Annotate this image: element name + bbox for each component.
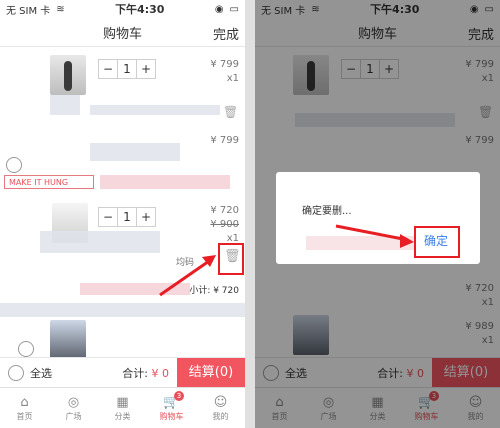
page-title: 购物车 (102, 26, 142, 42)
home-icon: ⌂ (20, 394, 29, 410)
left-screen: 无 SIM 卡 ≋ 下午4:30 ◉ ▭ 购物车 完成 − 1 + ¥ 799 x1… (0, 0, 245, 428)
nav-bar: 购物车 完成 (0, 18, 245, 47)
status-time: 下午4:30 (115, 3, 165, 16)
select-all-checkbox[interactable] (8, 365, 24, 381)
battery-icon: ▭ (229, 3, 239, 15)
person-icon: ☺ (213, 394, 228, 410)
confirm-dialog: 确定要删... 确定 (276, 172, 480, 264)
tab-square[interactable]: ◎ 广场 (49, 388, 98, 428)
right-screen: 无 SIM 卡 ≋ 下午4:30 ◉ ▭ 购物车 完成 − 1 + ¥ 799 x1… (255, 0, 500, 428)
tab-home[interactable]: ⌂ 首页 (0, 388, 49, 428)
total-amount: 合计: ¥ 0 (122, 365, 169, 381)
tab-me[interactable]: ☺ 我的 (196, 388, 245, 428)
cart-list: − 1 + ¥ 799 x1 🗑 ¥ 799 MAKE IT HUNG − 1 … (0, 47, 245, 360)
compass-icon: ◎ (67, 394, 80, 410)
annotation-arrow (159, 255, 216, 297)
done-button[interactable]: 完成 (213, 24, 239, 43)
tab-label: 首页 (16, 411, 33, 421)
grid-icon: ▦ (116, 394, 129, 410)
select-all-label[interactable]: 全选 (30, 365, 52, 381)
annotation-arrow (335, 224, 414, 248)
status-bar: 无 SIM 卡 ≋ 下午4:30 ◉ ▭ (0, 0, 245, 18)
tab-label: 我的 (212, 411, 229, 421)
cart-badge: 3 (174, 391, 184, 401)
lock-icon: ◉ (214, 3, 224, 15)
screen-divider (245, 0, 255, 428)
screenshot-pair: 无 SIM 卡 ≋ 下午4:30 ◉ ▭ 购物车 完成 − 1 + ¥ 799 x1… (0, 0, 500, 428)
total-label: 合计: (122, 367, 152, 380)
wifi-icon: ≋ (56, 3, 65, 15)
carrier-label: 无 SIM 卡 (6, 5, 51, 17)
tab-cart[interactable]: 🛒 3 购物车 (147, 388, 196, 428)
tab-bar: ⌂ 首页 ◎ 广场 ▦ 分类 🛒 3 购物车 ☺ 我的 (0, 387, 245, 428)
tab-label: 分类 (114, 411, 131, 421)
tab-label: 购物车 (159, 411, 184, 421)
total-value: ¥ 0 (151, 367, 170, 380)
checkout-bar: 全选 合计: ¥ 0 结算(0) (0, 357, 245, 388)
tab-label: 广场 (65, 411, 82, 421)
checkout-button[interactable]: 结算(0) (177, 358, 245, 388)
tab-category[interactable]: ▦ 分类 (98, 388, 147, 428)
